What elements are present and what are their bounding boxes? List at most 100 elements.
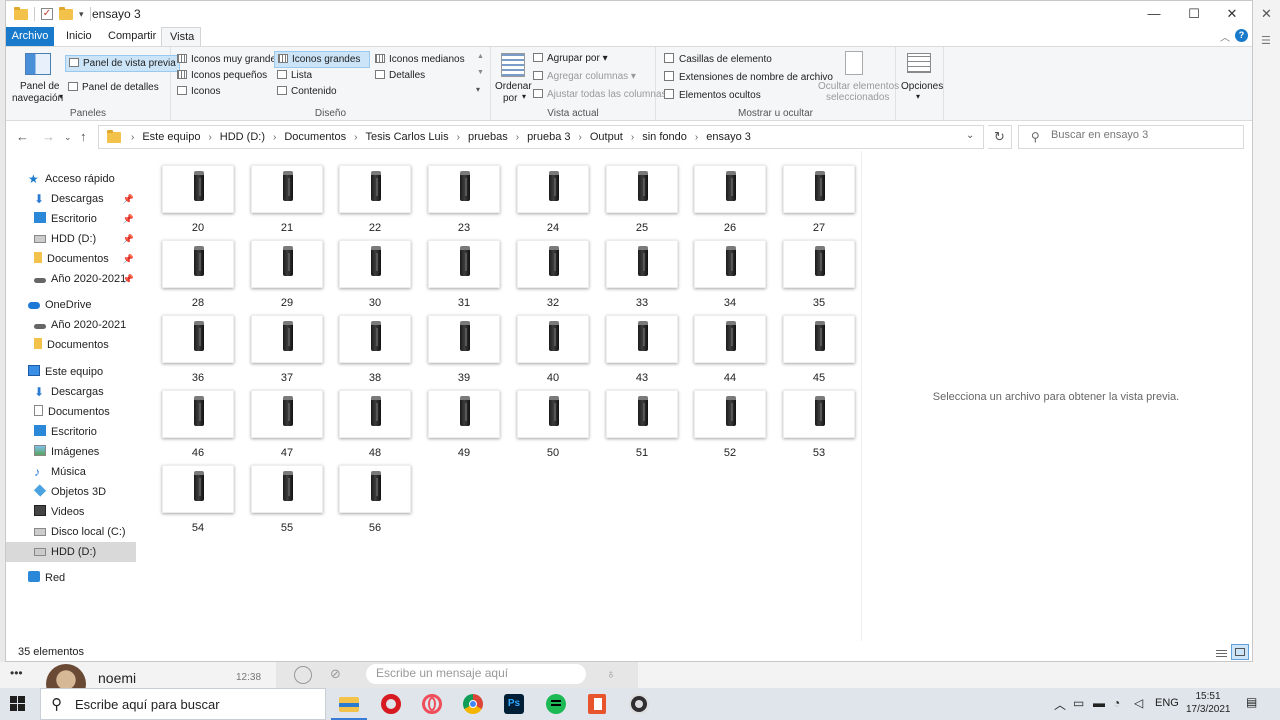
file-thumbnail[interactable] bbox=[251, 315, 323, 363]
notifications-icon[interactable]: ▤ bbox=[1246, 695, 1257, 709]
file-item[interactable]: 37 bbox=[251, 315, 323, 385]
file-item[interactable]: 21 bbox=[251, 165, 323, 235]
fit-columns-button[interactable]: Ajustar todas las columnas bbox=[533, 88, 667, 101]
sort-by-button-line2[interactable]: por bbox=[503, 92, 517, 105]
sort-by-icon[interactable] bbox=[501, 53, 525, 77]
breadcrumb-item[interactable]: Tesis Carlos Luis bbox=[361, 131, 452, 143]
pin-icon[interactable]: 📌 bbox=[123, 229, 134, 249]
nav-pc-local-disk[interactable]: Disco local (C:) bbox=[6, 522, 136, 542]
file-thumbnail[interactable] bbox=[251, 390, 323, 438]
file-item[interactable]: 23 bbox=[428, 165, 500, 235]
attach-icon[interactable]: ⊘ bbox=[330, 666, 341, 682]
spotify-icon[interactable] bbox=[544, 692, 568, 716]
file-thumbnail[interactable] bbox=[694, 165, 766, 213]
file-thumbnail[interactable] bbox=[606, 315, 678, 363]
expand-gallery-icon[interactable]: ▾ bbox=[476, 85, 480, 94]
layout-small-icons[interactable]: Iconos pequeños bbox=[177, 69, 267, 82]
obs-icon[interactable] bbox=[627, 692, 651, 716]
breadcrumb-item[interactable]: Este equipo bbox=[138, 131, 204, 143]
file-thumbnail[interactable] bbox=[606, 390, 678, 438]
layout-extra-large-icons[interactable]: Iconos muy grandes bbox=[177, 53, 281, 66]
help-icon[interactable]: ? bbox=[1235, 29, 1248, 42]
photoshop-icon[interactable]: Ps bbox=[502, 692, 526, 716]
file-item[interactable]: 40 bbox=[517, 315, 589, 385]
file-thumbnail[interactable] bbox=[251, 165, 323, 213]
large-icons-view-button[interactable] bbox=[1231, 644, 1249, 660]
file-thumbnail[interactable] bbox=[251, 240, 323, 288]
emoji-icon[interactable] bbox=[294, 666, 312, 684]
file-item[interactable]: 26 bbox=[694, 165, 766, 235]
maximize-button[interactable]: ☐ bbox=[1174, 1, 1214, 27]
tab-file[interactable]: Archivo bbox=[6, 27, 54, 46]
layout-content[interactable]: Contenido bbox=[277, 85, 337, 98]
file-thumbnail[interactable] bbox=[339, 165, 411, 213]
nav-qa-year[interactable]: Año 2020-2021 📌 bbox=[6, 269, 136, 289]
breadcrumb-item[interactable]: Documentos bbox=[280, 131, 350, 143]
menu-icon[interactable]: ☰ bbox=[1261, 34, 1271, 47]
file-thumbnail[interactable] bbox=[339, 240, 411, 288]
nav-pc-downloads[interactable]: ⬇ Descargas bbox=[6, 382, 136, 402]
customize-toolbar-icon[interactable]: ▾ bbox=[79, 9, 84, 20]
search-input[interactable] bbox=[1051, 129, 1231, 141]
message-input[interactable]: Escribe un mensaje aquí bbox=[366, 664, 586, 684]
office-app-icon[interactable] bbox=[585, 692, 609, 716]
start-button[interactable] bbox=[10, 696, 26, 712]
file-item[interactable]: 24 bbox=[517, 165, 589, 235]
language-indicator[interactable]: ENG bbox=[1155, 697, 1179, 709]
nav-pc-videos[interactable]: Videos bbox=[6, 502, 136, 522]
mic-icon[interactable]: ♁ bbox=[606, 666, 616, 681]
layout-large-icons[interactable]: Iconos grandes bbox=[274, 51, 370, 68]
file-thumbnail[interactable] bbox=[339, 390, 411, 438]
wifi-icon[interactable]: ◔ bbox=[1113, 696, 1120, 710]
file-thumbnail[interactable] bbox=[783, 165, 855, 213]
breadcrumb-item[interactable]: Output bbox=[586, 131, 627, 143]
forward-button[interactable]: → bbox=[42, 129, 55, 144]
contact-name[interactable]: noemi bbox=[98, 670, 136, 686]
tab-share[interactable]: Compartir bbox=[100, 27, 164, 46]
layout-icons[interactable]: Iconos bbox=[177, 85, 220, 98]
file-item[interactable]: 28 bbox=[162, 240, 234, 310]
file-item[interactable]: 34 bbox=[694, 240, 766, 310]
pin-icon[interactable]: 📌 bbox=[123, 209, 134, 229]
collapse-ribbon-icon[interactable]: ︿ bbox=[1220, 29, 1230, 44]
minimize-button[interactable]: — bbox=[1134, 1, 1174, 27]
file-item[interactable]: 20 bbox=[162, 165, 234, 235]
breadcrumb-item[interactable]: pruebas bbox=[464, 131, 512, 143]
details-view-button[interactable] bbox=[1212, 644, 1230, 660]
hide-selected-button-line2[interactable]: seleccionados bbox=[826, 91, 889, 104]
nav-quick-access[interactable]: ★ Acceso rápido bbox=[6, 169, 136, 189]
file-item[interactable]: 48 bbox=[339, 390, 411, 460]
file-thumbnail[interactable] bbox=[339, 315, 411, 363]
file-thumbnail[interactable] bbox=[517, 390, 589, 438]
file-thumbnail[interactable] bbox=[162, 165, 234, 213]
layout-medium-icons[interactable]: Iconos medianos bbox=[375, 53, 465, 66]
up-button[interactable]: ↑ bbox=[80, 129, 87, 144]
file-thumbnail[interactable] bbox=[517, 240, 589, 288]
hide-selected-icon[interactable] bbox=[845, 51, 863, 75]
file-item[interactable]: 50 bbox=[517, 390, 589, 460]
file-item[interactable]: 32 bbox=[517, 240, 589, 310]
address-dropdown-icon[interactable]: ⌄ bbox=[966, 130, 974, 141]
pin-icon[interactable]: 📌 bbox=[123, 189, 134, 209]
pin-icon[interactable]: 📌 bbox=[123, 269, 134, 289]
opera-gx-icon[interactable] bbox=[420, 692, 444, 716]
pin-icon[interactable]: 📌 bbox=[123, 249, 134, 269]
file-thumbnail[interactable] bbox=[517, 315, 589, 363]
close-icon[interactable]: ✕ bbox=[1261, 6, 1272, 22]
file-thumbnail[interactable] bbox=[694, 240, 766, 288]
file-item[interactable]: 25 bbox=[606, 165, 678, 235]
nav-qa-documents[interactable]: Documentos 📌 bbox=[6, 249, 136, 269]
tab-view[interactable]: Vista bbox=[161, 27, 201, 46]
file-thumbnail[interactable] bbox=[694, 315, 766, 363]
file-item[interactable]: 29 bbox=[251, 240, 323, 310]
file-item[interactable]: 46 bbox=[162, 390, 234, 460]
details-pane-button[interactable]: Panel de detalles bbox=[68, 81, 159, 94]
nav-pc-3d[interactable]: Objetos 3D bbox=[6, 482, 136, 502]
nav-qa-downloads[interactable]: ⬇ Descargas 📌 bbox=[6, 189, 136, 209]
more-icon[interactable]: ••• bbox=[10, 666, 23, 680]
nav-od-documents[interactable]: Documentos bbox=[6, 335, 136, 355]
file-item[interactable]: 51 bbox=[606, 390, 678, 460]
refresh-button[interactable]: ↻ bbox=[988, 125, 1012, 149]
file-thumbnail[interactable] bbox=[162, 240, 234, 288]
file-thumbnail[interactable] bbox=[606, 240, 678, 288]
